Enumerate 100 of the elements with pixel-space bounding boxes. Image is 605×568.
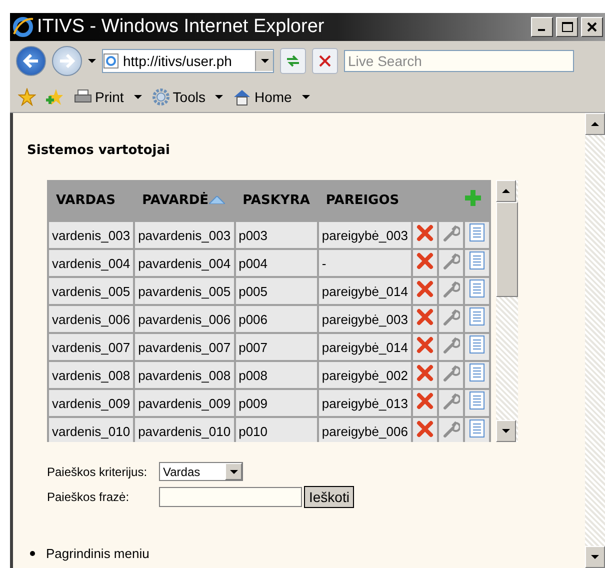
scroll-down-button[interactable]: [496, 420, 516, 442]
document-icon[interactable]: [468, 419, 485, 438]
wrench-icon[interactable]: [442, 364, 460, 382]
down-arrow-icon: [502, 429, 510, 433]
wrench-icon[interactable]: [442, 308, 460, 326]
column-header[interactable]: PASKYRA: [234, 180, 318, 221]
window-title: ITIVS - Windows Internet Explorer: [37, 16, 326, 38]
table-cell: vardenis_010: [48, 417, 134, 442]
scroll-down-button[interactable]: [585, 546, 605, 568]
document-icon[interactable]: [468, 391, 485, 410]
document-icon[interactable]: [468, 307, 485, 326]
table-cell: p003: [234, 221, 318, 249]
forward-button[interactable]: [52, 46, 82, 76]
close-button[interactable]: [581, 17, 603, 37]
down-arrow-icon: [88, 59, 96, 63]
command-button[interactable]: Home: [233, 88, 292, 106]
add-star-icon[interactable]: [46, 88, 64, 106]
delete-icon[interactable]: [416, 280, 434, 298]
sort-ascending-icon: [208, 196, 224, 204]
command-button[interactable]: Print: [74, 88, 124, 104]
table-cell: pavardenis_010: [134, 417, 235, 442]
wrench-icon[interactable]: [442, 392, 460, 410]
bullet-icon: [30, 551, 35, 556]
table-cell: pareigybė_003: [318, 305, 412, 333]
column-header[interactable]: PAVARDĖ: [134, 180, 235, 221]
delete-icon[interactable]: [416, 364, 434, 382]
wrench-icon[interactable]: [442, 224, 460, 242]
table-cell: pareigybė_002: [318, 361, 412, 389]
table-cell: pareigybė_014: [318, 277, 412, 305]
criteria-label: Paieškos kriterijus:: [47, 464, 148, 478]
table-cell: vardenis_003: [48, 221, 134, 249]
document-icon[interactable]: [468, 279, 485, 298]
delete-icon[interactable]: [416, 420, 434, 438]
table-cell: vardenis_005: [48, 277, 134, 305]
phrase-field[interactable]: [159, 487, 302, 507]
up-arrow-icon: [502, 189, 510, 193]
table-cell: pareigybė_013: [318, 389, 412, 417]
back-arrow-icon: [23, 54, 39, 68]
scroll-up-button[interactable]: [496, 180, 516, 202]
document-icon[interactable]: [468, 363, 485, 382]
table-cell: vardenis_008: [48, 361, 134, 389]
command-button[interactable]: Tools: [152, 88, 206, 106]
wrench-icon[interactable]: [442, 420, 460, 438]
column-header[interactable]: VARDAS: [48, 180, 134, 221]
house-icon: [233, 88, 252, 106]
search-button[interactable]: Ieškoti: [304, 486, 354, 508]
forward-arrow-icon: [59, 54, 75, 68]
document-icon[interactable]: [468, 223, 485, 242]
refresh-icon: [285, 54, 301, 68]
scroll-thumb[interactable]: [496, 202, 518, 297]
table-cell: vardenis_006: [48, 305, 134, 333]
table-cell: pareigybė_014: [318, 333, 412, 361]
criteria-select[interactable]: Vardas: [159, 462, 243, 481]
printer-icon: [74, 88, 92, 104]
down-arrow-icon: [134, 94, 142, 98]
back-button[interactable]: [16, 46, 46, 76]
delete-icon[interactable]: [416, 224, 434, 242]
page-heading: Sistemos vartotojai: [27, 143, 171, 158]
down-arrow-icon: [260, 59, 268, 63]
menu-link[interactable]: Pagrindinis meniu: [46, 546, 150, 561]
column-header[interactable]: PAREIGOS: [318, 180, 412, 221]
gear-icon: [152, 88, 170, 106]
delete-icon[interactable]: [416, 308, 434, 326]
stop-button[interactable]: [312, 48, 338, 74]
wrench-icon[interactable]: [442, 280, 460, 298]
scroll-up-button[interactable]: [585, 113, 605, 135]
wrench-icon[interactable]: [442, 252, 460, 270]
table-cell: p009: [234, 389, 318, 417]
down-arrow-icon: [215, 94, 224, 98]
document-icon[interactable]: [468, 251, 485, 270]
table-cell: p004: [234, 249, 318, 277]
maximize-icon: [562, 22, 572, 32]
down-arrow-icon: [302, 94, 310, 98]
delete-icon[interactable]: [416, 336, 434, 354]
table-cell: pavardenis_009: [134, 389, 235, 417]
document-icon[interactable]: [468, 335, 485, 354]
page-scrollbar[interactable]: [585, 113, 605, 568]
table-cell: pavardenis_004: [134, 249, 235, 277]
close-icon: [587, 22, 597, 32]
delete-icon[interactable]: [416, 392, 434, 410]
browser-logo-icon: [12, 16, 34, 38]
table-cell: vardenis_009: [48, 389, 134, 417]
table-scrollbar[interactable]: [496, 180, 518, 442]
minimize-button[interactable]: [531, 17, 553, 37]
table-cell: pavardenis_008: [134, 361, 235, 389]
up-arrow-icon: [591, 122, 599, 126]
delete-icon[interactable]: [416, 252, 434, 270]
wrench-icon[interactable]: [442, 336, 460, 354]
search-field[interactable]: Live Search: [344, 50, 574, 72]
address-field[interactable]: http://itivs/user.ph: [102, 49, 274, 73]
refresh-button[interactable]: [280, 48, 306, 74]
table-cell: pavardenis_003: [134, 221, 235, 249]
table-cell: p010: [234, 417, 318, 442]
maximize-button[interactable]: [556, 17, 578, 37]
table-cell: pareigybė_006: [318, 417, 412, 442]
table-cell: vardenis_007: [48, 333, 134, 361]
star-icon[interactable]: [18, 88, 36, 106]
down-arrow-icon: [591, 555, 599, 559]
table-cell: p008: [234, 361, 318, 389]
stop-icon: [319, 55, 331, 67]
